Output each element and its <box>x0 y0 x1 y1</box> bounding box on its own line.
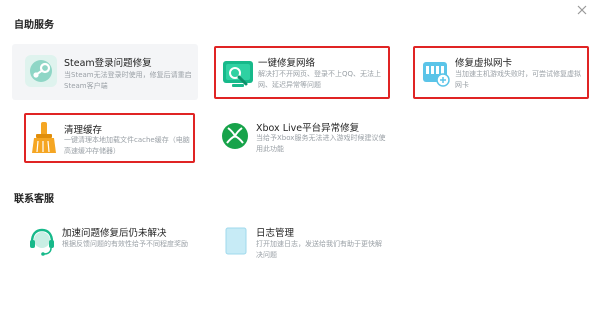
virtual-nic-icon <box>423 62 450 87</box>
network-repair-icon <box>223 61 253 87</box>
broom-icon <box>32 122 56 153</box>
steam-card-title: Steam登录问题修复 <box>64 58 152 69</box>
xbox-icon <box>222 123 248 149</box>
support-card-desc: 根据反馈问题的有效性给予不同程度奖励 <box>62 240 188 248</box>
headset-icon <box>30 228 54 256</box>
logs-card-desc: 打开加速日志，发送给我们有助于更快解决问题 <box>256 240 382 259</box>
virtual-nic-card[interactable]: 修复虚拟网卡 当加速主机游戏失败时，可尝试修复虚拟网卡 <box>413 46 589 99</box>
support-card[interactable]: 加速问题修复后仍未解决 根据反馈问题的有效性给予不同程度奖励 <box>24 220 204 268</box>
network-repair-card[interactable]: 一键修复网络 解决打不开网页、登录不上QQ、无法上网、延迟异常等问题 <box>214 46 390 99</box>
section-title-self-service: 自助服务 <box>14 20 54 31</box>
cache-card-desc: 一键清理本地加载文件cache缓存（电脑高速缓冲存储器） <box>64 136 190 155</box>
log-file-icon <box>225 227 247 255</box>
xbox-card-desc: 当给予Xbox服务无法进入游戏时候建议使用此功能 <box>256 134 386 153</box>
clear-cache-card[interactable]: 清理缓存 一键清理本地加载文件cache缓存（电脑高速缓冲存储器） <box>24 113 195 163</box>
vnic-card-desc: 当加速主机游戏失败时，可尝试修复虚拟网卡 <box>455 70 581 89</box>
xbox-card-title: Xbox Live平台异常修复 <box>256 123 360 134</box>
steam-card-desc: 当Steam无法登录时使用，修复后请重启Steam客户端 <box>64 71 192 90</box>
network-card-desc: 解决打不开网页、登录不上QQ、无法上网、延迟异常等问题 <box>258 70 382 89</box>
network-card-title: 一键修复网络 <box>258 58 316 69</box>
vnic-card-title: 修复虚拟网卡 <box>455 58 513 69</box>
xbox-repair-card[interactable]: Xbox Live平台异常修复 当给予Xbox服务无法进入游戏时候建议使用此功能 <box>214 113 394 163</box>
cache-card-title: 清理缓存 <box>64 125 103 136</box>
support-card-title: 加速问题修复后仍未解决 <box>62 228 167 239</box>
close-button[interactable] <box>574 2 590 18</box>
steam-repair-card[interactable]: Steam登录问题修复 当Steam无法登录时使用，修复后请重启Steam客户端 <box>12 44 198 100</box>
steam-icon <box>25 55 57 87</box>
close-icon <box>577 5 587 15</box>
log-management-card[interactable]: 日志管理 打开加速日志，发送给我们有助于更快解决问题 <box>214 220 394 268</box>
section-title-contact: 联系客服 <box>14 194 54 205</box>
logs-card-title: 日志管理 <box>256 228 295 239</box>
